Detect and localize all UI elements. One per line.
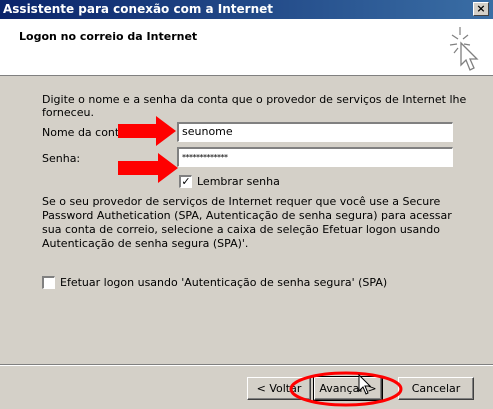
- account-name-label: Nome da conta:: [42, 126, 130, 139]
- account-name-input[interactable]: seunome: [177, 122, 453, 142]
- wizard-header: Logon no correio da Internet: [0, 19, 493, 76]
- spa-explanation-text: Se o seu provedor de serviços de Interne…: [42, 195, 452, 250]
- window-title: Assistente para conexão com a Internet: [3, 2, 274, 16]
- red-arrow-password-annotation-icon: [118, 153, 178, 183]
- mouse-cursor-icon: [358, 374, 372, 395]
- spa-logon-label[interactable]: Efetuar logon usando 'Autenticação de se…: [60, 276, 387, 289]
- page-title: Logon no correio da Internet: [19, 30, 198, 43]
- checkmark-icon: ✓: [181, 175, 191, 188]
- red-ellipse-highlight: [289, 371, 403, 407]
- cancel-button[interactable]: Cancelar: [398, 377, 474, 400]
- remember-password-checkbox[interactable]: ✓: [179, 175, 192, 188]
- close-button[interactable]: ×: [473, 2, 489, 16]
- password-label: Senha:: [42, 152, 81, 165]
- wizard-sparkle-cursor-icon: [449, 27, 479, 71]
- intro-text: Digite o nome e a senha da conta que o p…: [42, 93, 467, 119]
- spa-logon-checkbox[interactable]: [42, 276, 55, 289]
- close-icon: ×: [476, 2, 486, 15]
- button-separator: [0, 364, 493, 366]
- red-arrow-account-annotation-icon: [118, 116, 176, 146]
- remember-password-label[interactable]: Lembrar senha: [197, 175, 280, 188]
- password-input[interactable]: *************: [177, 147, 453, 167]
- window-title-bar[interactable]: Assistente para conexão com a Internet ×: [0, 0, 493, 19]
